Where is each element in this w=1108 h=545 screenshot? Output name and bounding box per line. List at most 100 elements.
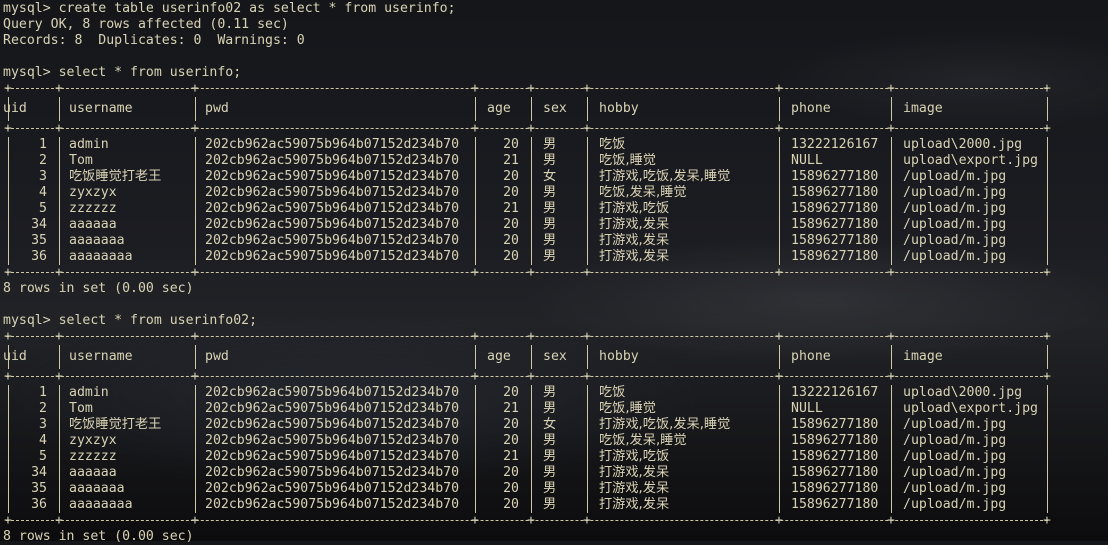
cell-username: admin [69, 385, 109, 400]
cell-phone: 15896277180 [791, 217, 879, 232]
cell-username: 吃饭睡觉打老王 [69, 417, 162, 432]
cell-phone: 15896277180 [791, 185, 879, 200]
cell-age: 21 [503, 401, 519, 416]
cell-pwd: 202cb962ac59075b964b07152d234b70 [205, 137, 460, 152]
cell-pwd: 202cb962ac59075b964b07152d234b70 [205, 153, 460, 168]
cell-age: 20 [503, 433, 519, 448]
cell-image: /upload/m.jpg [903, 417, 1007, 432]
cell-hobby: 吃饭,发呆,睡觉 [599, 185, 687, 200]
cell-image: /upload/m.jpg [903, 481, 1007, 496]
cell-age: 20 [503, 465, 519, 480]
cell-phone: 15896277180 [791, 233, 879, 248]
cell-phone: 15896277180 [791, 497, 879, 512]
cell-sex: 男 [543, 385, 557, 400]
terminal-window[interactable]: mysql> create table userinfo02 as select… [3, 1, 1108, 544]
rows-in-set-line: 8 rows in set (0.00 sec) [3, 281, 194, 296]
column-header-uid: uid [3, 349, 27, 364]
cell-hobby: 打游戏,发呆 [599, 249, 670, 264]
cell-age: 21 [503, 449, 519, 464]
table-row: 5 zzzzzz 202cb962ac59075b964b07152d234b70 2… [3, 201, 1048, 217]
cell-sex: 男 [543, 233, 557, 248]
cell-uid: 4 [39, 433, 47, 448]
cell-hobby: 吃饭,发呆,睡觉 [599, 433, 687, 448]
table-row: 34 aaaaaa 202cb962ac59075b964b07152d234b70… [3, 465, 1048, 481]
cell-hobby: 吃饭,睡觉 [599, 153, 656, 168]
cell-pwd: 202cb962ac59075b964b07152d234b70 [205, 385, 460, 400]
cell-pwd: 202cb962ac59075b964b07152d234b70 [205, 481, 460, 496]
cell-username: aaaaaa [69, 217, 117, 232]
cell-sex: 男 [543, 201, 557, 216]
cell-image: /upload/m.jpg [903, 233, 1007, 248]
cell-username: aaaaaaa [69, 481, 125, 496]
cell-uid: 35 [31, 481, 47, 496]
cell-image: upload\2000.jpg [903, 385, 1023, 400]
column-header-hobby: hobby [599, 101, 639, 116]
cell-pwd: 202cb962ac59075b964b07152d234b70 [205, 465, 460, 480]
cell-phone: 15896277180 [791, 249, 879, 264]
cell-phone: NULL [791, 153, 823, 168]
column-header-uid: uid [3, 101, 27, 116]
column-header-username: username [69, 349, 133, 364]
cell-image: /upload/m.jpg [903, 433, 1007, 448]
cell-uid: 1 [39, 137, 47, 152]
cell-age: 20 [503, 385, 519, 400]
column-header-image: image [903, 101, 943, 116]
cell-hobby: 打游戏,吃饭 [599, 449, 670, 464]
cell-phone: 15896277180 [791, 465, 879, 480]
cell-phone: 15896277180 [791, 201, 879, 216]
cell-hobby: 打游戏,发呆 [599, 465, 670, 480]
cell-sex: 女 [543, 169, 557, 184]
cell-uid: 36 [31, 497, 47, 512]
cell-age: 20 [503, 233, 519, 248]
command-line: mysql> select * from userinfo02; [3, 313, 258, 328]
cell-sex: 男 [543, 137, 557, 152]
column-header-username: username [69, 101, 133, 116]
cell-age: 20 [503, 185, 519, 200]
cell-sex: 男 [543, 217, 557, 232]
cell-uid: 3 [39, 417, 47, 432]
cell-username: aaaaaaaa [69, 249, 133, 264]
cell-username: Tom [69, 153, 93, 168]
cell-pwd: 202cb962ac59075b964b07152d234b70 [205, 449, 460, 464]
cell-username: zzzzzz [69, 201, 117, 216]
table-row: 36 aaaaaaaa 202cb962ac59075b964b07152d234b… [3, 249, 1048, 265]
cell-age: 20 [503, 417, 519, 432]
command-line: mysql> select * from userinfo; [3, 65, 242, 80]
rows-in-set-line: 8 rows in set (0.00 sec) [3, 529, 194, 544]
cell-image: /upload/m.jpg [903, 217, 1007, 232]
cell-pwd: 202cb962ac59075b964b07152d234b70 [205, 185, 460, 200]
cell-username: 吃饭睡觉打老王 [69, 169, 162, 184]
cell-uid: 2 [39, 401, 47, 416]
cell-phone: 15896277180 [791, 433, 879, 448]
cell-age: 20 [503, 217, 519, 232]
cell-pwd: 202cb962ac59075b964b07152d234b70 [205, 217, 460, 232]
cell-phone: 13222126167 [791, 137, 879, 152]
cell-sex: 男 [543, 497, 557, 512]
command-line: mysql> create table userinfo02 as select… [3, 1, 456, 16]
column-header-phone: phone [791, 101, 831, 116]
cell-age: 20 [503, 169, 519, 184]
table-row: 35 aaaaaaa 202cb962ac59075b964b07152d234b7… [3, 481, 1048, 497]
cell-hobby: 打游戏,发呆 [599, 481, 670, 496]
cell-image: /upload/m.jpg [903, 449, 1007, 464]
cell-username: aaaaaaaa [69, 497, 133, 512]
cell-pwd: 202cb962ac59075b964b07152d234b70 [205, 233, 460, 248]
cell-image: upload\2000.jpg [903, 137, 1023, 152]
table-row: 3 吃饭睡觉打老王 202cb962ac59075b964b07152d234b70… [3, 169, 1048, 185]
table-row: 2 Tom 202cb962ac59075b964b07152d234b70 21 男 吃… [3, 153, 1048, 169]
cell-image: upload\export.jpg [903, 153, 1038, 168]
column-header-age: age [487, 101, 511, 116]
cell-pwd: 202cb962ac59075b964b07152d234b70 [205, 201, 460, 216]
cell-hobby: 打游戏,发呆 [599, 233, 670, 248]
cell-age: 21 [503, 201, 519, 216]
column-header-image: image [903, 349, 943, 364]
cell-phone: 15896277180 [791, 417, 879, 432]
cell-username: aaaaaa [69, 465, 117, 480]
cell-image: /upload/m.jpg [903, 465, 1007, 480]
cell-age: 20 [503, 137, 519, 152]
cell-image: /upload/m.jpg [903, 169, 1007, 184]
cell-age: 20 [503, 481, 519, 496]
cell-uid: 4 [39, 185, 47, 200]
